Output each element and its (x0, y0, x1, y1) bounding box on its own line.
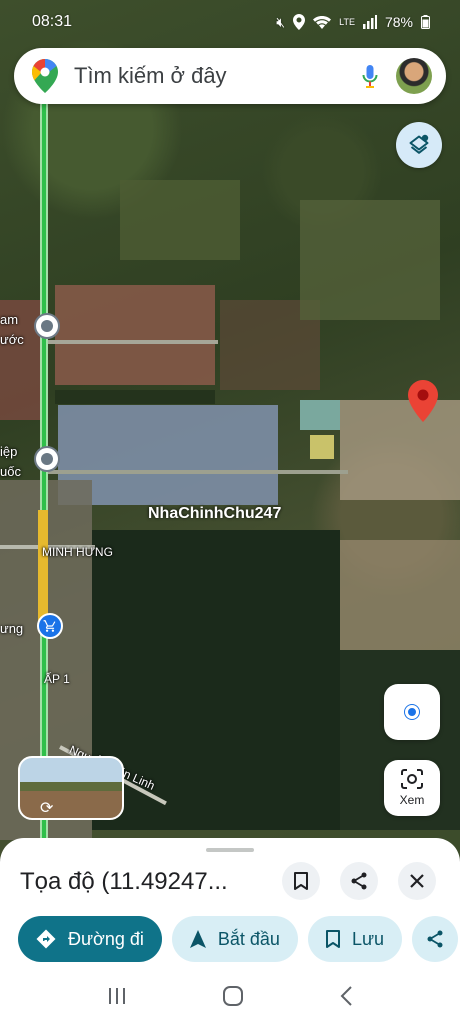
share-chip-button[interactable] (412, 916, 459, 962)
network-type: LTE (339, 17, 355, 27)
location-pin-icon (408, 380, 438, 422)
shopping-marker[interactable] (37, 613, 63, 639)
place-label: uốc (0, 464, 21, 479)
street-view-icon: ⟳ (40, 800, 54, 817)
sheet-drag-handle[interactable] (206, 848, 254, 852)
field-block (120, 180, 240, 260)
search-input[interactable]: Tìm kiếm ở đây (74, 63, 362, 89)
my-location-icon (405, 705, 419, 719)
field-block (55, 285, 215, 385)
place-sheet[interactable]: Tọa độ (11.49247... Đường đi Bắt đầu Lưu (0, 838, 460, 968)
start-button[interactable]: Bắt đầu (171, 916, 298, 962)
share-icon (427, 930, 443, 948)
layers-button[interactable] (396, 122, 442, 168)
road (48, 470, 348, 474)
field-block (340, 540, 460, 650)
status-bar: 08:31 🔇︎ LTE 78% (0, 0, 460, 44)
watermark-text: NhaChinhChu247 (148, 505, 282, 522)
my-location-button[interactable] (384, 684, 440, 740)
action-row: Đường đi Bắt đầu Lưu (18, 916, 459, 962)
back-icon[interactable] (339, 986, 353, 1006)
street-view-thumbnail[interactable]: ⟳ (18, 756, 124, 820)
field-block (300, 400, 340, 430)
status-icons: 🔇︎ LTE 78% (276, 14, 430, 31)
field-block (310, 435, 334, 459)
save-button[interactable]: Lưu (307, 916, 403, 962)
system-nav-bar (0, 968, 460, 1024)
battery-level: 78% (384, 14, 413, 30)
maps-logo-icon (32, 59, 58, 93)
place-label: am (0, 312, 19, 327)
camera-scan-icon (401, 769, 423, 789)
navigation-arrow-icon (189, 930, 206, 948)
poi-dot-icon (41, 453, 53, 465)
place-label: ưng (0, 621, 24, 636)
poi-dot-icon (41, 320, 53, 332)
directions-icon (36, 929, 56, 949)
close-button[interactable] (398, 862, 436, 900)
road (48, 340, 218, 344)
poi-marker[interactable] (34, 446, 60, 472)
bookmark-icon (325, 930, 340, 948)
search-bar[interactable]: Tìm kiếm ở đây (14, 48, 446, 104)
poi-marker[interactable] (34, 313, 60, 339)
wifi-icon (313, 16, 332, 29)
start-label: Bắt đầu (217, 928, 280, 949)
save-label: Lưu (351, 928, 385, 949)
layers-icon (409, 134, 429, 154)
highway-segment (38, 510, 48, 630)
place-label: ẤP 1 (44, 672, 70, 686)
bookmark-button[interactable] (282, 862, 320, 900)
dropped-pin[interactable] (408, 380, 438, 427)
directions-label: Đường đi (68, 928, 144, 949)
bookmark-icon (294, 872, 308, 890)
place-title: Tọa độ (11.49247... (20, 868, 228, 895)
field-block (300, 200, 440, 320)
cart-icon (43, 620, 56, 632)
view-button[interactable]: Xem (384, 760, 440, 816)
view-button-label: Xem (399, 793, 425, 807)
share-button[interactable] (340, 862, 378, 900)
place-label: ước (0, 332, 24, 347)
field-block (340, 400, 460, 500)
mute-icon: 🔇︎ (276, 13, 286, 30)
place-label: iệp (0, 444, 18, 459)
status-time: 08:31 (32, 13, 73, 30)
microphone-icon[interactable] (362, 64, 378, 88)
signal-icon (362, 15, 377, 29)
avatar[interactable] (396, 58, 432, 94)
home-icon[interactable] (222, 985, 244, 1007)
share-icon (351, 872, 367, 890)
close-icon (410, 874, 424, 888)
field-block (55, 390, 215, 404)
recent-apps-icon[interactable] (107, 987, 127, 1005)
place-label: MINH HƯNG (42, 545, 113, 559)
directions-button[interactable]: Đường đi (18, 916, 162, 962)
location-icon (293, 14, 306, 30)
battery-icon (421, 15, 430, 29)
